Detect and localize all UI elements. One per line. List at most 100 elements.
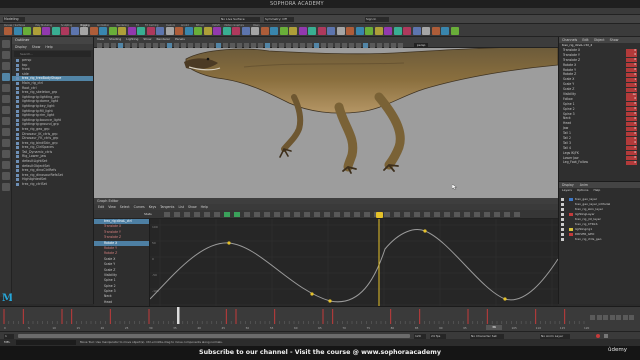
- viewport-toggle-icon[interactable]: [300, 42, 305, 48]
- toolbox-tool-icon[interactable]: [2, 150, 10, 158]
- toolbox-tool-icon[interactable]: [2, 73, 10, 81]
- layer-menu-options[interactable]: Options: [577, 188, 589, 192]
- time-slider[interactable]: 0 5 10 15 20 25 30 35 40 45 50 55 60 65 70 75 80 85 90 95 10…: [0, 306, 640, 332]
- shelf-tool-icon[interactable]: [156, 27, 164, 35]
- graph-tool-icon[interactable]: [494, 212, 500, 217]
- shelf-tool-icon[interactable]: [393, 27, 402, 35]
- shelf-tool-icon[interactable]: [355, 27, 364, 35]
- channel-value-field[interactable]: 0: [626, 53, 637, 58]
- shelf-tool-icon[interactable]: [308, 27, 316, 35]
- layer-color-swatch[interactable]: [569, 238, 573, 241]
- layer-row[interactable]: trex_rig_ctrls_geo: [559, 237, 640, 242]
- channel-value-field[interactable]: 0: [626, 63, 637, 68]
- channel-value-field[interactable]: 1: [626, 82, 637, 87]
- graph-tool-icon[interactable]: [204, 212, 210, 217]
- range-end-field[interactable]: 120: [414, 333, 426, 339]
- shelf-tool-icon[interactable]: [450, 27, 459, 35]
- viewport-toggle-icon[interactable]: [293, 42, 298, 48]
- channel-tab-object[interactable]: Object: [594, 38, 605, 42]
- shelf-tool-icon[interactable]: [317, 27, 326, 35]
- graph-menu-tangents[interactable]: Tangents: [160, 205, 174, 209]
- shelf-tool-icon[interactable]: [137, 27, 145, 35]
- graph-menu-edit[interactable]: Edit: [98, 205, 104, 209]
- animation-curve-graph[interactable]: 100500-50-100: [150, 219, 558, 306]
- graph-tool-icon[interactable]: [444, 212, 450, 217]
- shelf-tool-icon[interactable]: [441, 27, 449, 35]
- viewport-toggle-icon[interactable]: [104, 42, 109, 48]
- shelf-tool-icon[interactable]: [279, 27, 288, 35]
- viewport-toggle-icon[interactable]: [265, 42, 270, 48]
- layer-tab-display[interactable]: Display: [562, 183, 574, 187]
- graph-tool-icon[interactable]: [364, 212, 370, 217]
- layer-menu-layers[interactable]: Layers: [562, 188, 572, 192]
- graph-tool-icon[interactable]: [254, 212, 260, 217]
- graph-tool-icon[interactable]: [334, 212, 340, 217]
- channel-tab-edit[interactable]: Edit: [582, 38, 588, 42]
- viewport-toggle-icon[interactable]: [202, 42, 207, 48]
- layer-color-swatch[interactable]: [569, 223, 573, 226]
- viewport-menu-panels[interactable]: Panels: [175, 37, 185, 41]
- shelf-tool-icon[interactable]: [70, 27, 79, 35]
- visibility-toggle-icon[interactable]: [561, 198, 564, 201]
- channel-value-field[interactable]: on: [626, 92, 637, 97]
- outliner-search-input[interactable]: Search...: [14, 51, 91, 57]
- current-frame-marker[interactable]: [376, 212, 383, 218]
- shelf-tool-icon[interactable]: [251, 27, 259, 35]
- shelf-tool-icon[interactable]: [89, 27, 98, 35]
- channel-value-field[interactable]: 0: [626, 126, 637, 131]
- viewport-toggle-icon[interactable]: [223, 42, 228, 48]
- shelf-tool-icon[interactable]: [51, 27, 60, 35]
- shelf-tool-icon[interactable]: [4, 27, 12, 35]
- shelf-tool-icon[interactable]: [127, 27, 136, 35]
- shelf-tool-icon[interactable]: [270, 27, 278, 35]
- channel-value-field[interactable]: 0: [626, 68, 637, 73]
- viewport-toggle-icon[interactable]: [230, 42, 235, 48]
- viewport-toggle-icon[interactable]: [132, 42, 137, 48]
- layer-color-swatch[interactable]: [569, 208, 573, 211]
- shelf-tool-icon[interactable]: [61, 27, 69, 35]
- channel-value-field[interactable]: 0: [626, 72, 637, 77]
- shelf-tool-icon[interactable]: [346, 27, 354, 35]
- outliner-menu-help[interactable]: Help: [45, 45, 52, 49]
- shelf-tool-icon[interactable]: [327, 27, 335, 35]
- viewport-toggle-icon[interactable]: [398, 42, 403, 48]
- graph-tool-icon[interactable]: [194, 212, 200, 217]
- viewport-menu-lighting[interactable]: Lighting: [126, 37, 138, 41]
- time-slider-track[interactable]: 0 5 10 15 20 25 30 35 40 45 50 55 60 65 70 75 80 85 90 95 10…: [0, 307, 640, 332]
- layer-color-swatch[interactable]: [569, 213, 573, 216]
- viewport-toggle-icon[interactable]: [279, 42, 284, 48]
- graph-menu-select[interactable]: Select: [120, 205, 130, 209]
- channel-value-field[interactable]: 0: [626, 121, 637, 126]
- graph-tool-icon[interactable]: [314, 212, 320, 217]
- toolbox-tool-icon[interactable]: [2, 172, 10, 180]
- playback-button[interactable]: [590, 315, 595, 320]
- shelf-tool-icon[interactable]: [213, 27, 221, 35]
- graph-tool-icon[interactable]: [354, 212, 360, 217]
- graph-tool-icon[interactable]: [404, 212, 410, 217]
- shelf-tool-icon[interactable]: [289, 27, 297, 35]
- channel-value-field[interactable]: 0: [626, 146, 637, 151]
- shelf-tool-icon[interactable]: [99, 27, 107, 35]
- graph-tool-icon[interactable]: [504, 212, 510, 217]
- channel-value-field[interactable]: 1: [626, 77, 637, 82]
- current-frame-field[interactable]: 36: [486, 325, 502, 330]
- shelf-tool-icon[interactable]: [42, 27, 50, 35]
- shelf-tool-icon[interactable]: [260, 27, 269, 35]
- channel-value-field[interactable]: 0: [626, 156, 637, 161]
- shelf-tool-icon[interactable]: [32, 27, 41, 35]
- viewport-toggle-icon[interactable]: [286, 42, 291, 48]
- layer-color-swatch[interactable]: [569, 228, 573, 231]
- outliner-row[interactable]: trex_rig_ctrlSet: [12, 182, 93, 187]
- viewport-toggle-icon[interactable]: [216, 42, 221, 48]
- channel-value-field[interactable]: 0: [626, 102, 637, 107]
- channel-row[interactable]: Leg_Foot_Follow 0: [559, 160, 640, 165]
- graph-menu-show[interactable]: Show: [188, 205, 197, 209]
- layer-color-swatch[interactable]: [569, 203, 573, 206]
- playback-button[interactable]: [603, 315, 608, 320]
- shelf-tool-icon[interactable]: [222, 27, 231, 35]
- visibility-toggle-icon[interactable]: [561, 208, 564, 211]
- layer-tab-anim[interactable]: Anim: [580, 183, 588, 187]
- shelf-tool-icon[interactable]: [108, 27, 117, 35]
- viewport-toggle-icon[interactable]: [335, 42, 340, 48]
- viewport-toggle-icon[interactable]: [349, 42, 354, 48]
